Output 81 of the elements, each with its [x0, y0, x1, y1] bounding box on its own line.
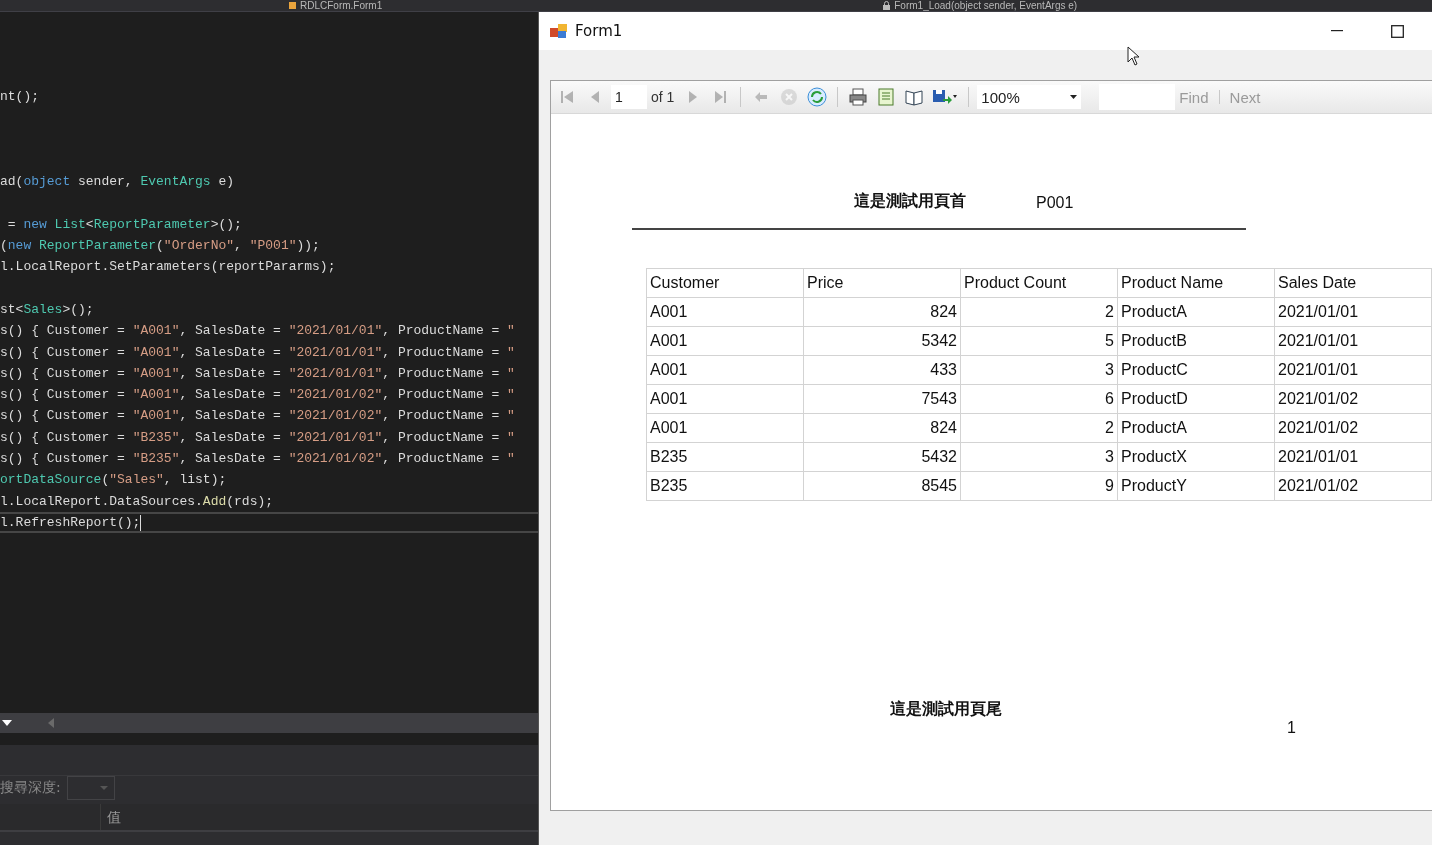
table-cell: ProductX [1117, 442, 1275, 472]
code-line: s() { Customer = "A001", SalesDate = "2021/01/02", ProductName = " [0, 407, 515, 426]
code-line: l.RefreshReport(); [0, 513, 141, 532]
table-cell: ProductA [1117, 413, 1275, 443]
code-line: l.LocalReport.DataSources.Add(rds); [0, 492, 274, 511]
page-count-label: of 1 [651, 89, 675, 105]
code-line: = new List<ReportParameter>(); [6, 215, 242, 234]
code-line: s() { Customer = "B235", SalesDate = "2021/01/02", ProductName = " [0, 450, 515, 469]
refresh-button[interactable] [805, 85, 830, 109]
code-line: ortDataSource("Sales", list); [0, 471, 227, 490]
report-header-title: 這是測試用頁首 [854, 191, 966, 212]
maximize-icon [1390, 24, 1404, 38]
table-cell: ProductC [1117, 355, 1275, 385]
zoom-dropdown[interactable]: 100% [977, 85, 1082, 109]
column-header: Product Name [1117, 268, 1275, 298]
column-header[interactable]: 值 [100, 804, 121, 830]
table-cell: 5 [960, 326, 1118, 356]
table-cell: ProductY [1117, 471, 1275, 501]
table-cell: 824 [803, 297, 961, 327]
report-footer-title: 這是測試用頁尾 [890, 699, 1002, 720]
search-depth-label: 搜尋深度: [0, 779, 61, 797]
code-line: ad(object sender, EventArgs e) [0, 173, 235, 192]
code-line: s() { Customer = "A001", SalesDate = "2021/01/02", ProductName = " [0, 386, 515, 405]
table-cell: 2 [960, 297, 1118, 327]
table-cell: 824 [803, 413, 961, 443]
table-cell: 2 [960, 413, 1118, 443]
table-cell: ProductA [1117, 297, 1275, 327]
table-cell: 2021/01/02 [1274, 384, 1432, 414]
page-number: 1 [1287, 719, 1296, 737]
refresh-icon [806, 86, 829, 108]
table-cell: A001 [646, 384, 804, 414]
dropdown-arrow-icon[interactable] [2, 720, 12, 726]
table-cell: A001 [646, 326, 804, 356]
table-cell: 3 [960, 442, 1118, 472]
printer-icon [847, 86, 870, 108]
minimize-icon [1331, 30, 1343, 32]
table-cell: 8545 [803, 471, 961, 501]
table-cell: A001 [646, 355, 804, 385]
code-line: s() { Customer = "A001", SalesDate = "2021/01/01", ProductName = " [0, 322, 515, 341]
caret-icon [99, 786, 108, 790]
table-cell: 2021/01/02 [1274, 413, 1432, 443]
table-cell: 6 [960, 384, 1118, 414]
code-line: st<Sales>(); [0, 300, 94, 319]
table-cell: 5342 [803, 326, 961, 356]
order-number: P001 [1036, 194, 1074, 212]
form-icon [288, 1, 297, 10]
window-title: Form1 [575, 22, 623, 40]
table-cell: 5432 [803, 442, 961, 472]
table-cell: A001 [646, 297, 804, 327]
editor-tab[interactable]: RDLCForm.Form1 [288, 0, 383, 11]
table-cell: ProductD [1117, 384, 1275, 414]
code-line: nt(); [0, 88, 39, 106]
code-line: s() { Customer = "A001", SalesDate = "2021/01/01", ProductName = " [0, 343, 515, 362]
lock-icon [882, 1, 892, 10]
column-header: Price [803, 268, 961, 298]
table-cell: B235 [646, 442, 804, 472]
page-number-field[interactable]: 1 [611, 85, 647, 109]
table-cell: A001 [646, 413, 804, 443]
table-cell: 2021/01/01 [1274, 326, 1432, 356]
column-header: Sales Date [1274, 268, 1432, 298]
code-line: s() { Customer = "B235", SalesDate = "2021/01/01", ProductName = " [0, 428, 515, 447]
scroll-left-icon[interactable] [48, 718, 54, 728]
editor-tab[interactable]: Form1_Load(object sender, EventArgs e) [882, 0, 1078, 11]
table-cell: 3 [960, 355, 1118, 385]
caret-icon [1070, 95, 1078, 99]
table-cell: B235 [646, 471, 804, 501]
table-cell: 2021/01/01 [1274, 297, 1432, 327]
code-line: (new ReportParameter("OrderNo", "P001")); [0, 237, 320, 256]
table-cell: 433 [803, 355, 961, 385]
table-cell: 2021/01/01 [1274, 442, 1432, 472]
search-depth-dropdown[interactable] [66, 776, 115, 800]
code-line: l.LocalReport.SetParameters(reportPararms); [0, 258, 336, 277]
app-icon [550, 23, 567, 39]
code-line: s() { Customer = "A001", SalesDate = "2021/01/01", ProductName = " [0, 364, 515, 383]
table-cell: 7543 [803, 384, 961, 414]
table-cell: 9 [960, 471, 1118, 501]
column-header: Product Count [960, 268, 1118, 298]
column-header: Customer [646, 268, 804, 298]
table-cell: 2021/01/02 [1274, 471, 1432, 501]
table-cell: 2021/01/01 [1274, 355, 1432, 385]
table-cell: ProductB [1117, 326, 1275, 356]
